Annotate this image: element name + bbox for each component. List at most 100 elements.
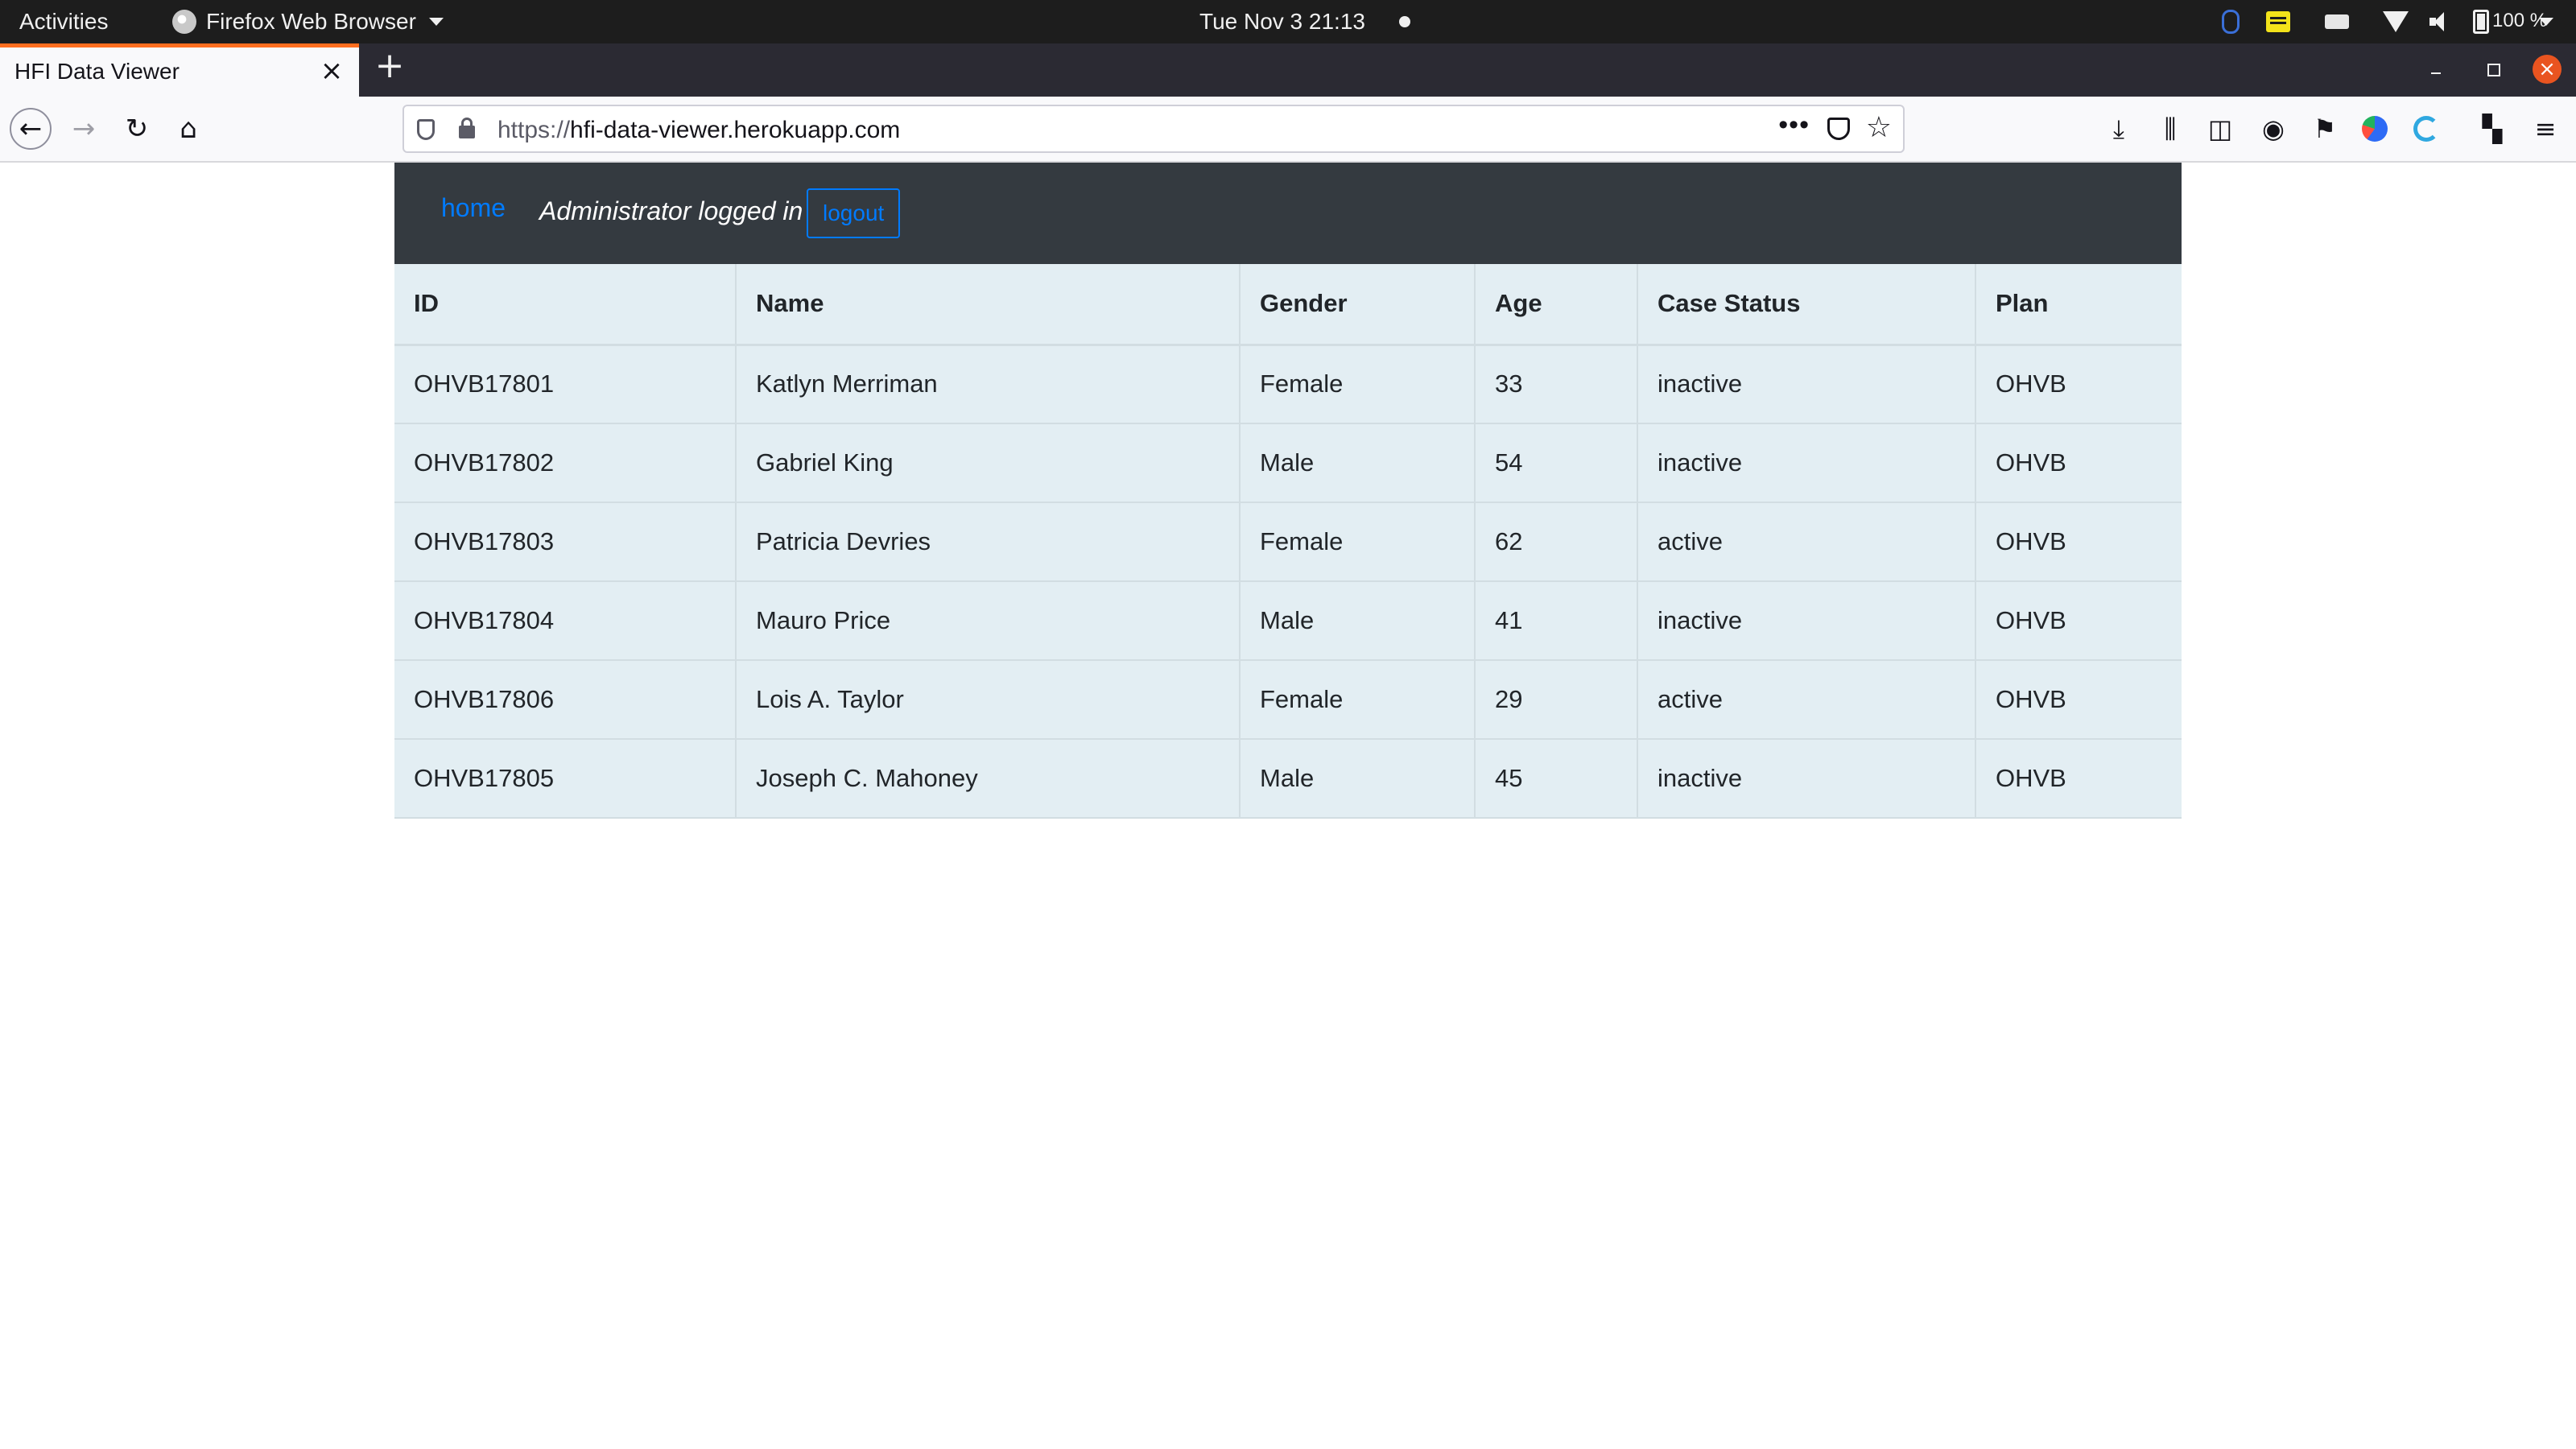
cell-gender: Female xyxy=(1240,344,1476,423)
extension-icon[interactable] xyxy=(2413,116,2439,142)
tab-title: HFI Data Viewer xyxy=(14,59,180,84)
cell-gender: Male xyxy=(1240,580,1476,660)
clock[interactable]: Tue Nov 3 21:13 xyxy=(1199,9,1365,35)
wifi-icon[interactable] xyxy=(2383,11,2409,32)
cell-id: OHVB17801 xyxy=(394,344,737,423)
navigation-toolbar: ← → ↻ ⌂ https://hfi-data-viewer.herokuap… xyxy=(0,97,2576,163)
table-row: OHVB17804 Mauro Price Male 41 inactive O… xyxy=(394,580,2182,660)
table-row: OHVB17805 Joseph C. Mahoney Male 45 inac… xyxy=(394,738,2182,819)
cell-case-status: active xyxy=(1637,502,1976,581)
extension-icon[interactable] xyxy=(2362,116,2388,142)
home-button[interactable]: ⌂ xyxy=(167,108,209,150)
table-row: OHVB17801 Katlyn Merriman Female 33 inac… xyxy=(394,344,2182,423)
page-content: home Administrator logged in logout ID N… xyxy=(0,163,2576,1449)
maximize-button[interactable] xyxy=(2479,56,2505,82)
flag-icon[interactable]: ⚑ xyxy=(2310,114,2339,143)
column-header-case-status: Case Status xyxy=(1637,264,1976,346)
cell-age: 54 xyxy=(1475,423,1638,502)
home-link[interactable]: home xyxy=(441,193,506,223)
cell-name: Patricia Devries xyxy=(736,502,1241,581)
menu-icon[interactable]: ≡ xyxy=(2531,114,2560,143)
extensions-icon[interactable]: ▚ xyxy=(2478,114,2507,143)
cell-name: Lois A. Taylor xyxy=(736,659,1241,739)
column-header-id: ID xyxy=(394,264,737,346)
close-icon[interactable]: × xyxy=(319,57,345,85)
column-header-plan: Plan xyxy=(1975,264,2182,346)
cell-case-status: inactive xyxy=(1637,580,1976,660)
cell-id: OHVB17806 xyxy=(394,659,737,739)
cell-plan: OHVB xyxy=(1975,580,2182,660)
page-actions-icon[interactable]: ••• xyxy=(1778,109,1810,141)
cell-id: OHVB17802 xyxy=(394,423,737,502)
app-menu-label: Firefox Web Browser xyxy=(206,9,416,34)
notification-dot-icon xyxy=(1399,16,1410,27)
login-status: Administrator logged in xyxy=(539,196,803,225)
minimize-button[interactable] xyxy=(2423,56,2449,82)
cell-name: Gabriel King xyxy=(736,423,1241,502)
battery-icon[interactable] xyxy=(2473,10,2489,34)
shield-icon[interactable] xyxy=(417,119,435,140)
logout-button[interactable]: logout xyxy=(807,188,901,238)
tab-strip: HFI Data Viewer × + × xyxy=(0,43,2576,97)
download-icon[interactable]: ⤓ xyxy=(2104,114,2133,143)
app-navbar: home Administrator logged in logout xyxy=(394,163,2182,264)
keyboard-icon[interactable] xyxy=(2325,14,2349,29)
column-header-gender: Gender xyxy=(1240,264,1476,346)
cell-case-status: inactive xyxy=(1637,423,1976,502)
chevron-down-icon xyxy=(428,18,444,26)
cell-id: OHVB17804 xyxy=(394,580,737,660)
cell-plan: OHVB xyxy=(1975,738,2182,819)
lock-icon[interactable] xyxy=(459,118,475,138)
window-close-button[interactable]: × xyxy=(2533,55,2562,84)
notes-icon[interactable] xyxy=(2266,11,2290,32)
patients-table: ID Name Gender Age Case Status Plan OHVB… xyxy=(394,264,2182,819)
table-row: OHVB17802 Gabriel King Male 54 inactive … xyxy=(394,423,2182,502)
cell-id: OHVB17805 xyxy=(394,738,737,819)
cell-gender: Female xyxy=(1240,502,1476,581)
pocket-icon[interactable] xyxy=(1827,118,1850,140)
table-header-row: ID Name Gender Age Case Status Plan xyxy=(394,264,2182,346)
library-icon[interactable]: ⫼ xyxy=(2156,114,2185,143)
cell-case-status: inactive xyxy=(1637,738,1976,819)
cell-plan: OHVB xyxy=(1975,423,2182,502)
bluetooth-icon[interactable] xyxy=(2222,10,2240,34)
cell-plan: OHVB xyxy=(1975,659,2182,739)
cell-gender: Male xyxy=(1240,738,1476,819)
forward-button[interactable]: → xyxy=(63,108,105,150)
account-icon[interactable]: ◉ xyxy=(2259,114,2288,143)
cell-gender: Female xyxy=(1240,659,1476,739)
cell-age: 41 xyxy=(1475,580,1638,660)
table-row: OHVB17803 Patricia Devries Female 62 act… xyxy=(394,502,2182,581)
column-header-age: Age xyxy=(1475,264,1638,346)
app-container: home Administrator logged in logout ID N… xyxy=(394,163,2182,819)
cell-name: Mauro Price xyxy=(736,580,1241,660)
cell-age: 29 xyxy=(1475,659,1638,739)
cell-id: OHVB17803 xyxy=(394,502,737,581)
cell-plan: OHVB xyxy=(1975,502,2182,581)
chevron-down-icon[interactable] xyxy=(2539,18,2553,26)
column-header-name: Name xyxy=(736,264,1241,346)
cell-name: Katlyn Merriman xyxy=(736,344,1241,423)
cell-case-status: inactive xyxy=(1637,344,1976,423)
system-top-bar: Activities Firefox Web Browser Tue Nov 3… xyxy=(0,0,2576,43)
cell-case-status: active xyxy=(1637,659,1976,739)
volume-icon[interactable] xyxy=(2429,12,2450,31)
cell-age: 33 xyxy=(1475,344,1638,423)
cell-gender: Male xyxy=(1240,423,1476,502)
firefox-icon xyxy=(172,10,196,34)
cell-age: 62 xyxy=(1475,502,1638,581)
bookmark-star-icon[interactable]: ☆ xyxy=(1866,111,1892,144)
cell-age: 45 xyxy=(1475,738,1638,819)
sidebar-icon[interactable]: ◫ xyxy=(2206,114,2235,143)
app-menu[interactable]: Firefox Web Browser xyxy=(172,9,444,35)
url-text[interactable]: https://hfi-data-viewer.herokuapp.com xyxy=(497,117,900,144)
back-button[interactable]: ← xyxy=(10,108,52,150)
cell-plan: OHVB xyxy=(1975,344,2182,423)
table-row: OHVB17806 Lois A. Taylor Female 29 activ… xyxy=(394,659,2182,739)
new-tab-button[interactable]: + xyxy=(372,48,407,84)
activities-button[interactable]: Activities xyxy=(19,9,108,35)
cell-name: Joseph C. Mahoney xyxy=(736,738,1241,819)
browser-tab[interactable]: HFI Data Viewer × xyxy=(0,43,359,97)
url-bar[interactable]: https://hfi-data-viewer.herokuapp.com ••… xyxy=(402,105,1905,153)
reload-button[interactable]: ↻ xyxy=(116,108,158,150)
